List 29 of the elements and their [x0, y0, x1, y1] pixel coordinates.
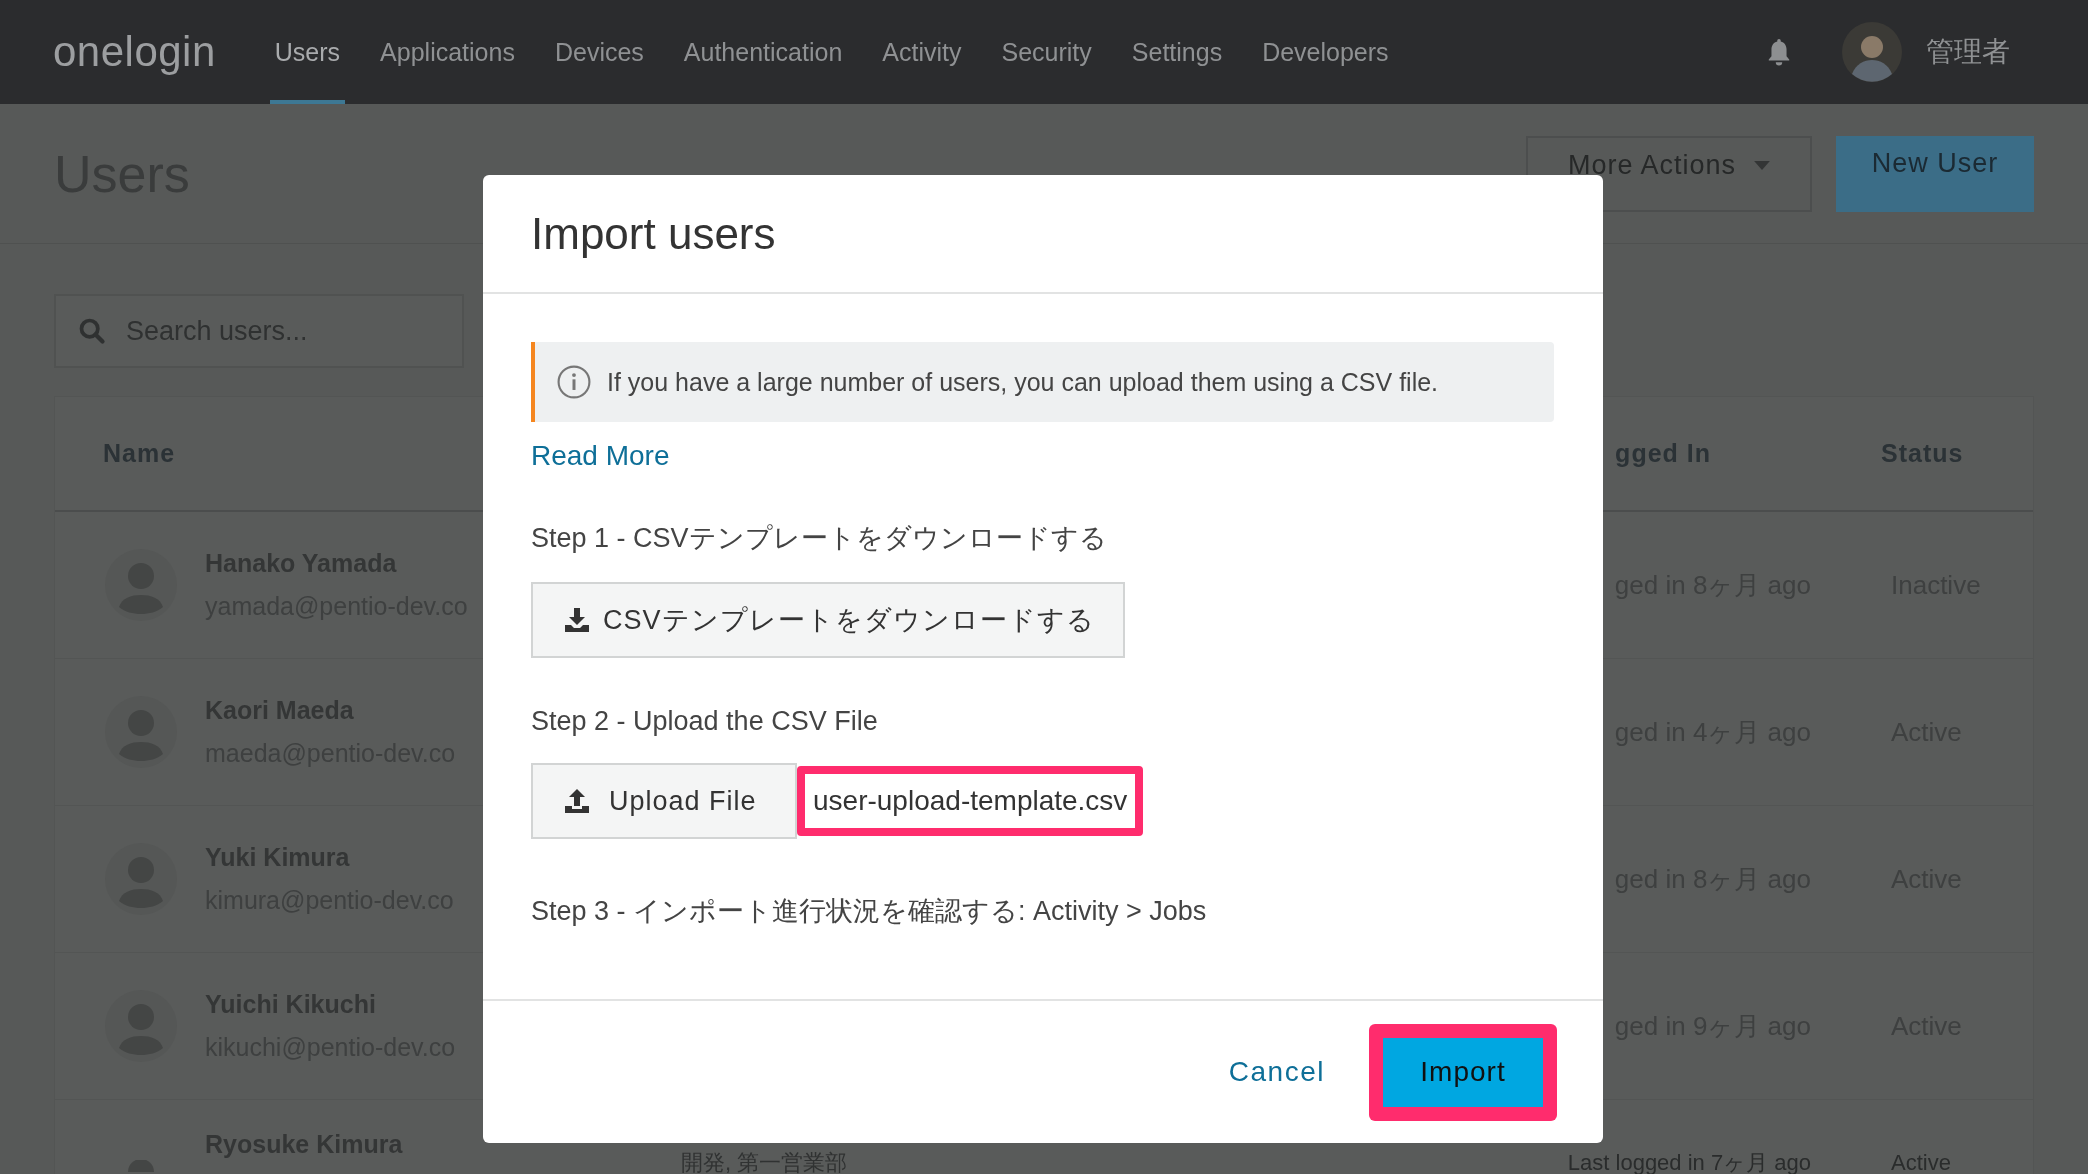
- bell-icon[interactable]: [1766, 38, 1792, 66]
- import-button[interactable]: Import: [1383, 1037, 1543, 1107]
- nav-tab[interactable]: Users: [269, 0, 346, 104]
- nav-tab[interactable]: Security: [996, 0, 1097, 104]
- upload-icon: [563, 787, 591, 815]
- info-icon: [557, 365, 591, 399]
- nav-tab[interactable]: Authentication: [678, 0, 848, 104]
- nav-tab[interactable]: Settings: [1126, 0, 1228, 104]
- avatar-icon[interactable]: [1842, 22, 1902, 82]
- nav-tab[interactable]: Applications: [375, 0, 520, 104]
- dialog-title: Import users: [531, 208, 776, 259]
- new-user-button[interactable]: New User: [1836, 135, 2034, 212]
- upload-file-button[interactable]: Upload File: [531, 763, 797, 839]
- step-label: Step 3 - インポート進行状況を確認する: Activity > Jobs: [531, 895, 1207, 928]
- read-more-link[interactable]: Read More: [531, 440, 670, 472]
- nav-tab[interactable]: Devices: [549, 0, 649, 104]
- download-button[interactable]: CSVテンプレートをダウンロードする: [531, 582, 1125, 658]
- user-name[interactable]: 管理者: [1926, 33, 2010, 71]
- logo[interactable]: onelogin: [53, 28, 216, 76]
- search-icon: [78, 317, 106, 345]
- step-label: Step 1 - CSVテンプレートをダウンロードする: [531, 522, 1107, 555]
- nav-tab[interactable]: Activity: [877, 0, 967, 104]
- nav-tab[interactable]: Developers: [1257, 0, 1394, 104]
- step-label: Step 2 - Upload the CSV File: [531, 706, 878, 737]
- caret-icon: [1754, 160, 1771, 170]
- cancel-button[interactable]: Cancel: [1228, 1048, 1325, 1096]
- info-text: If you have a large number of users, you can upload them using a CSV file.: [607, 367, 1439, 397]
- download-icon: [563, 606, 591, 634]
- file-name-field[interactable]: user-upload-template.csv: [797, 766, 1144, 836]
